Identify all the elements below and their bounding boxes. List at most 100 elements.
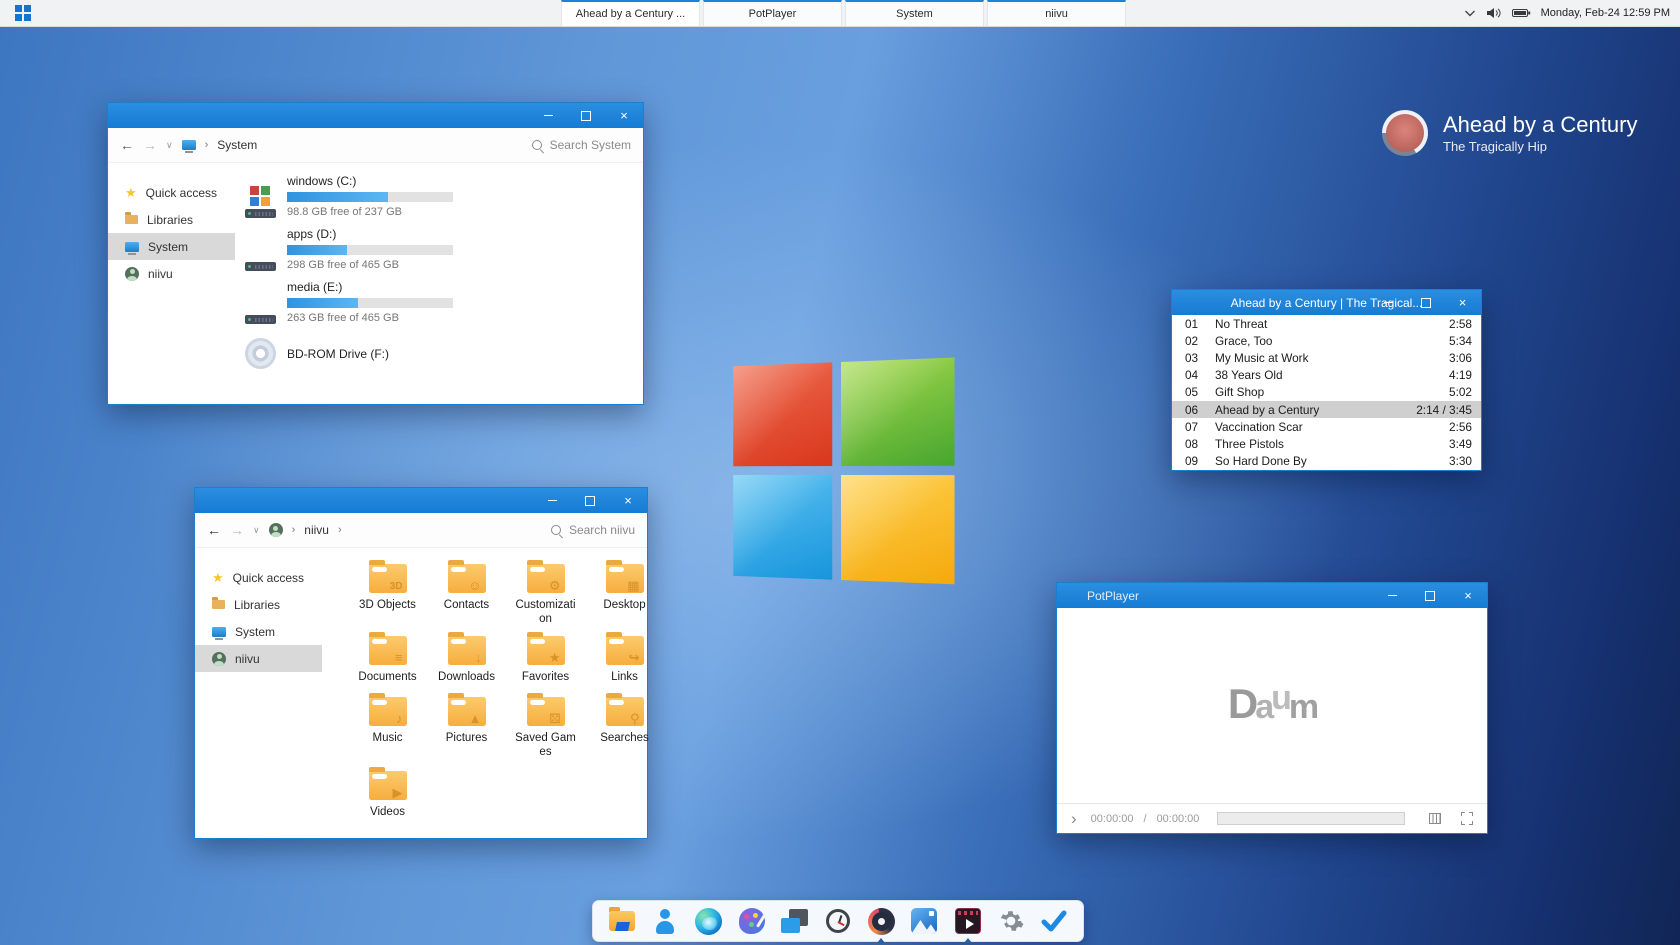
folder-pictures[interactable]: ▲Pictures xyxy=(432,697,502,771)
folder-links[interactable]: ↪Links xyxy=(590,636,660,697)
recent-locations-chevron-icon[interactable]: ∨ xyxy=(253,525,260,536)
playlist-titlebar[interactable]: Ahead by a Century | The Tragical... × xyxy=(1172,290,1481,315)
minimize-button[interactable] xyxy=(1370,290,1407,315)
sidebar-item-niivu[interactable]: niivu xyxy=(108,260,235,287)
seek-bar[interactable] xyxy=(1217,812,1405,825)
back-button[interactable]: ← xyxy=(207,522,221,538)
maximize-button[interactable] xyxy=(1411,583,1449,608)
track-number: 04 xyxy=(1185,368,1215,382)
dock-item-file-explorer[interactable] xyxy=(607,906,637,936)
folder-documents[interactable]: ≡Documents xyxy=(353,636,423,697)
track-number: 02 xyxy=(1185,334,1215,348)
minimize-button[interactable] xyxy=(533,488,571,513)
volume-icon[interactable] xyxy=(1486,7,1502,19)
star-icon: ★ xyxy=(212,571,224,584)
niivu-window-titlebar[interactable]: × xyxy=(195,488,647,513)
folder-desktop[interactable]: ▦Desktop xyxy=(590,564,660,636)
playlist-panel-icon[interactable] xyxy=(1429,813,1440,824)
dock-item-movies-tv[interactable] xyxy=(953,906,983,936)
track-row[interactable]: 0438 Years Old4:19 xyxy=(1172,367,1481,384)
breadcrumb-separator: › xyxy=(205,139,209,151)
taskbar-button-2[interactable]: PotPlayer xyxy=(703,0,842,26)
taskbar-clock[interactable]: Monday, Feb-24 12:59 PM xyxy=(1541,7,1670,19)
sidebar-item-libraries[interactable]: Libraries xyxy=(108,206,235,233)
folder-3d-objects[interactable]: 3D3D Objects xyxy=(353,564,423,636)
battery-icon[interactable] xyxy=(1512,8,1531,18)
windows-logo-green-tile xyxy=(841,358,955,466)
track-row[interactable]: 01No Threat2:58 xyxy=(1172,315,1481,332)
track-row[interactable]: 02Grace, Too5:34 xyxy=(1172,332,1481,349)
folder-glyph: ☺ xyxy=(468,579,481,592)
minimize-button[interactable] xyxy=(529,103,567,128)
close-button[interactable]: × xyxy=(1444,290,1481,315)
track-row[interactable]: 03My Music at Work3:06 xyxy=(1172,349,1481,366)
close-button[interactable]: × xyxy=(609,488,647,513)
folder-downloads[interactable]: ↓Downloads xyxy=(432,636,502,697)
dock-item-checkmark-app[interactable] xyxy=(1039,906,1069,936)
dock-item-photos[interactable] xyxy=(909,906,939,936)
recent-locations-chevron-icon[interactable]: ∨ xyxy=(166,140,173,151)
track-row[interactable]: 05Gift Shop5:02 xyxy=(1172,384,1481,401)
dock-item-paint-3d[interactable] xyxy=(737,906,767,936)
chevron-down-icon[interactable] xyxy=(1464,9,1476,17)
drive-item[interactable]: media (E:)263 GB free of 465 GB xyxy=(243,279,453,324)
track-row[interactable]: 06Ahead by a Century2:14 / 3:45 xyxy=(1172,401,1481,418)
sidebar-item-quick-access[interactable]: ★Quick access xyxy=(195,564,322,591)
maximize-button[interactable] xyxy=(571,488,609,513)
track-row[interactable]: 07Vaccination Scar2:56 xyxy=(1172,418,1481,435)
drive-item[interactable]: BD-ROM Drive (F:) xyxy=(243,338,453,369)
folder-searches[interactable]: ⚲Searches xyxy=(590,697,660,771)
close-button[interactable]: × xyxy=(605,103,643,128)
dock-item-alarms-clock[interactable] xyxy=(823,906,853,936)
sidebar-item-label: System xyxy=(148,240,188,254)
settings-gear-icon xyxy=(998,908,1024,934)
search-box[interactable]: Search System xyxy=(532,138,631,152)
dock-item-settings[interactable] xyxy=(996,906,1026,936)
sidebar-item-libraries[interactable]: Libraries xyxy=(195,591,322,618)
forward-button[interactable]: → xyxy=(230,522,244,538)
search-box[interactable]: Search niivu xyxy=(551,523,635,537)
drive-item[interactable]: windows (C:)98.8 GB free of 237 GB xyxy=(243,173,453,218)
maximize-button[interactable] xyxy=(1407,290,1444,315)
folder-customization[interactable]: ⚙Customization xyxy=(511,564,581,636)
drive-item[interactable]: apps (D:)298 GB free of 465 GB xyxy=(243,226,453,271)
folder-label: Contacts xyxy=(434,598,500,612)
track-row[interactable]: 08Three Pistols3:49 xyxy=(1172,435,1481,452)
fullscreen-icon[interactable] xyxy=(1461,812,1473,825)
close-button[interactable]: × xyxy=(1449,583,1487,608)
time-separator: / xyxy=(1144,813,1147,825)
taskbar-button-4[interactable]: niivu xyxy=(987,0,1126,26)
forward-button[interactable]: → xyxy=(143,137,157,153)
folder-music[interactable]: ♪Music xyxy=(353,697,423,771)
niivu-address-bar: ← → ∨ › niivu › Search niivu xyxy=(195,513,647,548)
play-button[interactable]: › xyxy=(1071,810,1077,827)
breadcrumb[interactable]: niivu xyxy=(304,523,329,537)
sidebar-item-quick-access[interactable]: ★Quick access xyxy=(108,179,235,206)
folder-label: Music xyxy=(355,731,421,745)
dock-item-people[interactable] xyxy=(650,906,680,936)
folder-saved-games[interactable]: ⚄Saved Games xyxy=(511,697,581,771)
sidebar-item-niivu[interactable]: niivu xyxy=(195,645,322,672)
folder-videos[interactable]: ▶Videos xyxy=(353,771,423,833)
dock-item-edge[interactable] xyxy=(693,906,723,936)
start-button[interactable] xyxy=(0,0,46,26)
dock-item-snipping-tool[interactable] xyxy=(780,906,810,936)
maximize-button[interactable] xyxy=(567,103,605,128)
system-window-titlebar[interactable]: × xyxy=(108,103,643,128)
minimize-button[interactable] xyxy=(1373,583,1411,608)
potplayer-titlebar[interactable]: PotPlayer × xyxy=(1057,583,1487,608)
breadcrumb[interactable]: System xyxy=(217,138,257,152)
folder-favorites[interactable]: ★Favorites xyxy=(511,636,581,697)
dock-item-media-player[interactable] xyxy=(866,906,896,936)
sidebar-item-system[interactable]: System xyxy=(108,233,235,260)
folder-glyph: ▶ xyxy=(393,786,403,799)
taskbar-button-3[interactable]: System xyxy=(845,0,984,26)
back-button[interactable]: ← xyxy=(120,137,134,153)
track-time: 5:02 xyxy=(1449,385,1472,399)
track-row[interactable]: 09So Hard Done By3:30 xyxy=(1172,453,1481,470)
folder-contacts[interactable]: ☺ Contacts xyxy=(432,564,502,636)
track-time: 3:30 xyxy=(1449,454,1472,468)
sidebar-item-system[interactable]: System xyxy=(195,618,322,645)
taskbar-button-1[interactable]: Ahead by a Century ... xyxy=(561,0,700,26)
video-screen[interactable]: Daum xyxy=(1057,608,1487,803)
